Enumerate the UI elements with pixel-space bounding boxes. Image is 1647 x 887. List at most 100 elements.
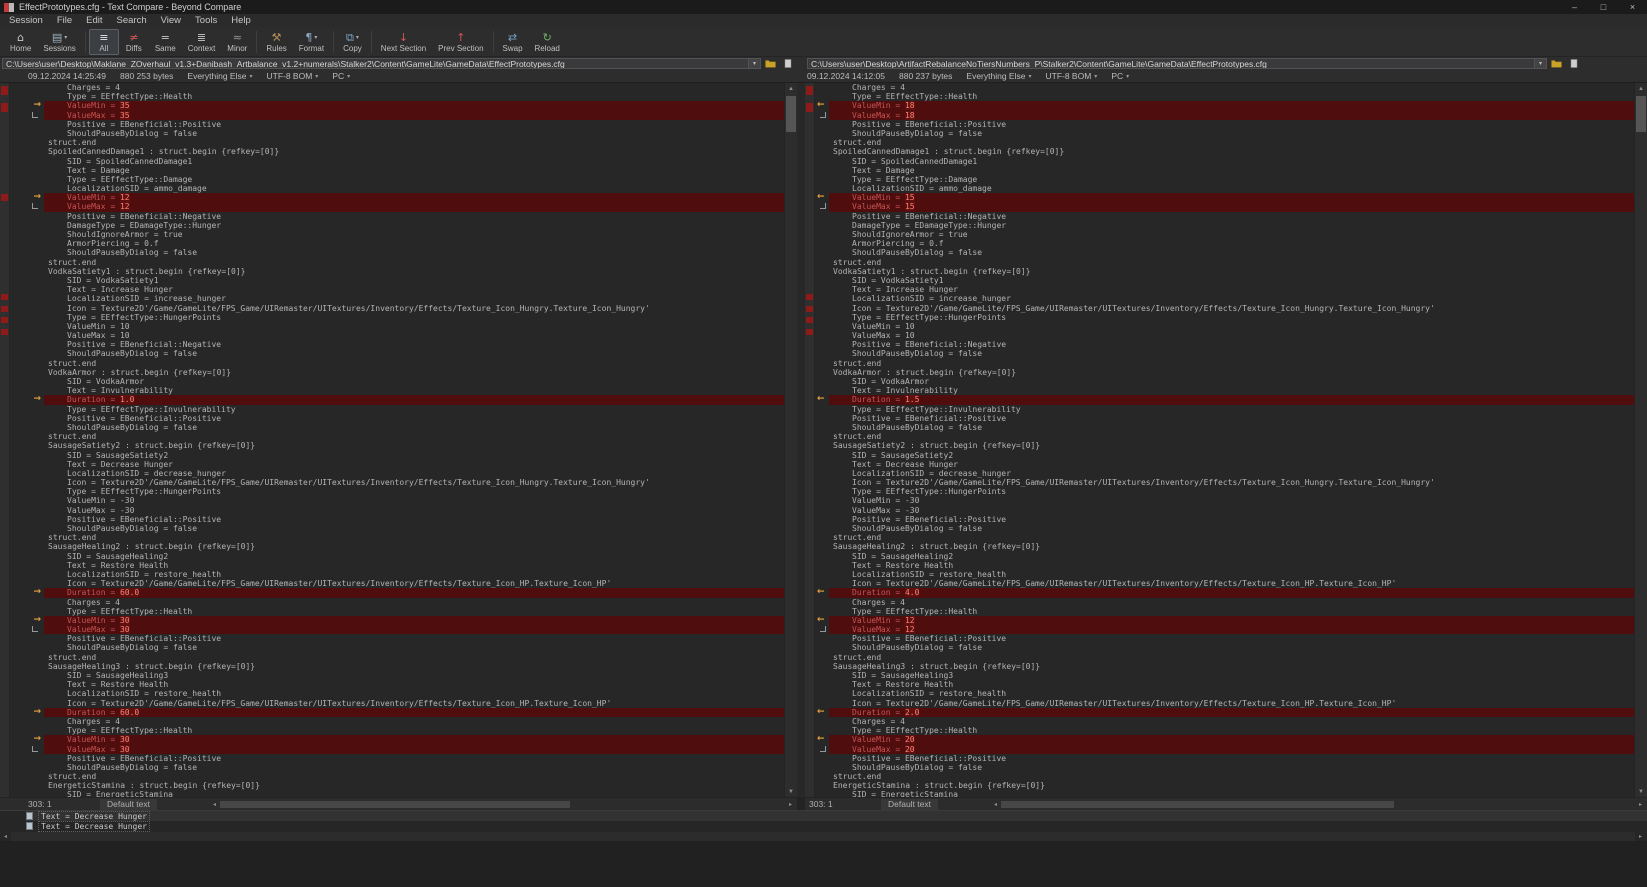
code-line[interactable]: Text = Increase Hunger xyxy=(829,285,1634,294)
code-line[interactable]: ShouldPauseByDialog = false xyxy=(829,248,1634,257)
code-line[interactable]: Text = Decrease Hunger xyxy=(829,460,1634,469)
left-vertical-scrollbar[interactable]: ▲ ▼ xyxy=(784,83,797,797)
right-path-dropdown-icon[interactable]: ▾ xyxy=(1535,58,1547,69)
code-line[interactable]: SID = SpoiledCannedDamage1 xyxy=(829,157,1634,166)
toolbar-prev-section-button[interactable]: ↑ Prev Section xyxy=(432,28,489,56)
code-line[interactable]: ValueMax = 30 xyxy=(44,625,784,635)
diff-map-mark[interactable] xyxy=(1,305,8,312)
toolbar-next-section-button[interactable]: ↓ Next Section xyxy=(375,28,432,56)
code-line[interactable]: DamageType = EDamageType::Hunger xyxy=(44,221,784,230)
code-line[interactable]: struct.end xyxy=(44,258,784,267)
code-line[interactable]: Type = EEffectType::Invulnerability xyxy=(829,405,1634,414)
code-line[interactable]: DamageType = EDamageType::Hunger xyxy=(829,221,1634,230)
code-line[interactable]: Text = Restore Health xyxy=(44,561,784,570)
code-line[interactable]: ValueMin = 10 xyxy=(829,322,1634,331)
code-line[interactable]: SID = VodkaArmor xyxy=(829,377,1634,386)
code-line[interactable]: SID = SausageHealing2 xyxy=(44,552,784,561)
menu-search[interactable]: Search xyxy=(110,14,154,28)
code-line[interactable]: struct.end xyxy=(829,359,1634,368)
code-line[interactable]: SID = SpoiledCannedDamage1 xyxy=(44,157,784,166)
code-line[interactable]: Type = EEffectType::HungerPoints xyxy=(44,487,784,496)
right-encoding-select[interactable]: UTF-8 BOM ▾ xyxy=(1045,71,1097,81)
left-scroll-thumb[interactable] xyxy=(786,96,796,132)
diff-section-arrow-icon[interactable]: → xyxy=(33,193,41,202)
code-line[interactable]: Type = EEffectType::Health xyxy=(829,726,1634,735)
code-line[interactable]: SausageHealing3 : struct.begin {refkey=[… xyxy=(44,662,784,671)
maximize-button[interactable]: □ xyxy=(1589,0,1618,14)
diff-section-arrow-icon[interactable]: ← xyxy=(817,615,825,625)
code-line[interactable]: ValueMin = 30 xyxy=(44,615,784,626)
diff-map-mark[interactable] xyxy=(806,85,813,95)
code-line[interactable]: Charges = 4 xyxy=(44,83,784,92)
code-line[interactable]: LocalizationSID = restore_health xyxy=(44,570,784,579)
code-line[interactable]: EnergeticStamina : struct.begin {refkey=… xyxy=(44,781,784,790)
code-line[interactable]: ValueMax = 20 xyxy=(829,744,1634,754)
code-line[interactable]: Charges = 4 xyxy=(829,83,1634,92)
left-encoding-select[interactable]: UTF-8 BOM ▾ xyxy=(266,71,318,81)
diff-section-arrow-icon[interactable]: ← xyxy=(817,588,825,597)
code-line[interactable]: Icon = Texture2D'/Game/GameLite/FPS_Game… xyxy=(44,304,784,313)
code-line[interactable]: Type = EEffectType::HungerPoints xyxy=(829,487,1634,496)
code-line[interactable]: Duration = 4.0 xyxy=(829,588,1634,598)
line-detail-row[interactable]: Text = Decrease Hunger xyxy=(26,820,1647,832)
code-line[interactable]: Text = Restore Health xyxy=(829,561,1634,570)
code-line[interactable]: Duration = 60.0 xyxy=(44,707,784,717)
code-line[interactable]: Duration = 60.0 xyxy=(44,588,784,598)
toolbar-rules-button[interactable]: ⚒ Rules xyxy=(260,28,292,56)
code-line[interactable]: Text = Damage xyxy=(44,166,784,175)
code-line[interactable]: VodkaSatiety1 : struct.begin {refkey=[0]… xyxy=(44,267,784,276)
right-path-input[interactable]: C:\Users\user\Desktop\ArtifactRebalanceN… xyxy=(807,58,1535,69)
toolbar-same-button[interactable]: = Same xyxy=(149,28,182,56)
code-line[interactable]: SausageHealing3 : struct.begin {refkey=[… xyxy=(829,662,1634,671)
code-line[interactable]: Text = Increase Hunger xyxy=(44,285,784,294)
code-line[interactable]: ValueMin = -30 xyxy=(44,496,784,505)
right-hscroll-track[interactable] xyxy=(1001,799,1635,809)
code-line[interactable]: ValueMin = 10 xyxy=(44,322,784,331)
code-line[interactable]: LocalizationSID = decrease_hunger xyxy=(829,469,1634,478)
code-line[interactable]: Positive = EBeneficial::Positive xyxy=(44,634,784,643)
code-line[interactable]: Positive = EBeneficial::Negative xyxy=(44,212,784,221)
code-line[interactable]: LocalizationSID = ammo_damage xyxy=(44,184,784,193)
code-line[interactable]: SausageHealing2 : struct.begin {refkey=[… xyxy=(44,542,784,551)
code-line[interactable]: ShouldPauseByDialog = false xyxy=(44,129,784,138)
diff-section-arrow-icon[interactable]: ← xyxy=(817,101,825,110)
code-line[interactable]: Text = Damage xyxy=(829,166,1634,175)
right-hscroll-thumb[interactable] xyxy=(1001,800,1395,808)
toolbar-context-button[interactable]: ≣ Context xyxy=(182,28,222,56)
detail-horizontal-scrollbar[interactable]: ◂ ▸ xyxy=(0,832,1646,841)
code-line[interactable]: ArmorPiercing = 0.f xyxy=(829,239,1634,248)
diff-map-mark[interactable] xyxy=(1,193,8,201)
code-line[interactable]: struct.end xyxy=(829,772,1634,781)
code-line[interactable]: Positive = EBeneficial::Positive xyxy=(829,515,1634,524)
scroll-up-icon[interactable]: ▲ xyxy=(1635,83,1647,94)
code-line[interactable]: Type = EEffectType::HungerPoints xyxy=(829,313,1634,322)
left-file-options-button[interactable] xyxy=(780,58,795,69)
code-line[interactable]: ShouldIgnoreArmor = true xyxy=(44,230,784,239)
left-horizontal-scrollbar[interactable]: ◂ ▸ xyxy=(209,799,796,810)
code-line[interactable]: Charges = 4 xyxy=(44,717,784,726)
code-line[interactable]: Type = EEffectType::Health xyxy=(44,726,784,735)
code-line[interactable]: ValueMin = -30 xyxy=(829,496,1634,505)
diff-map-mark[interactable] xyxy=(806,294,813,301)
left-hscroll-thumb[interactable] xyxy=(220,800,571,808)
code-line[interactable]: Text = Restore Health xyxy=(44,680,784,689)
scroll-left-icon[interactable]: ◂ xyxy=(990,801,1001,808)
code-line[interactable]: struct.end xyxy=(829,653,1634,662)
code-line[interactable]: struct.end xyxy=(829,258,1634,267)
code-line[interactable]: Icon = Texture2D'/Game/GameLite/FPS_Game… xyxy=(829,304,1634,313)
diff-section-arrow-icon[interactable]: → xyxy=(33,395,41,404)
code-line[interactable]: LocalizationSID = restore_health xyxy=(829,570,1634,579)
detail-hscroll-track[interactable] xyxy=(11,832,1635,841)
code-line[interactable]: ShouldPauseByDialog = false xyxy=(44,524,784,533)
code-line[interactable]: SausageSatiety2 : struct.begin {refkey=[… xyxy=(44,441,784,450)
left-grammar-select[interactable]: Everything Else ▾ xyxy=(187,71,252,81)
right-scroll-thumb[interactable] xyxy=(1636,96,1646,132)
code-line[interactable]: struct.end xyxy=(829,138,1634,147)
code-line[interactable]: VodkaSatiety1 : struct.begin {refkey=[0]… xyxy=(829,267,1634,276)
code-line[interactable]: ValueMax = -30 xyxy=(829,506,1634,515)
right-vertical-scrollbar[interactable]: ▲ ▼ xyxy=(1634,83,1647,797)
code-line[interactable]: ValueMin = 12 xyxy=(44,193,784,203)
right-browse-folder-button[interactable] xyxy=(1549,58,1564,69)
code-line[interactable]: Positive = EBeneficial::Negative xyxy=(44,340,784,349)
code-line[interactable]: ShouldPauseByDialog = false xyxy=(44,248,784,257)
